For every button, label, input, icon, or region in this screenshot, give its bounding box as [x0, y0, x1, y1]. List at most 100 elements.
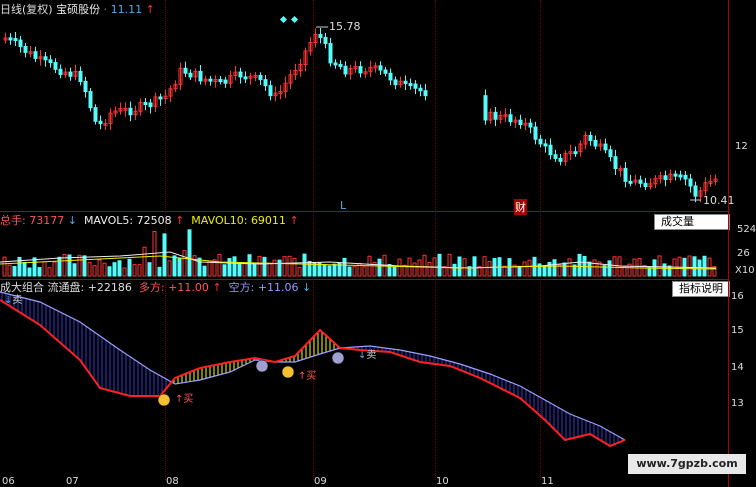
volume-bar: [522, 261, 527, 277]
volume-bar: [187, 229, 192, 277]
volume-axis-mid: 26: [737, 248, 750, 259]
smile-icon: [157, 393, 171, 407]
candle-body: [538, 138, 543, 145]
volume-bar: [252, 263, 257, 277]
candle-body: [483, 95, 488, 121]
stock-chart: [0, 15, 718, 448]
candle-body: [678, 174, 683, 178]
volume-bar: [52, 261, 57, 277]
volume-bar: [232, 256, 237, 277]
indicator-header: 成大组合 流通盘: +22186 多方: +11.00 ↑ 空方: +11.06…: [0, 281, 311, 295]
candle-body: [78, 70, 83, 82]
candle-body: [333, 62, 338, 66]
mavol10-value: 69011: [250, 214, 286, 227]
volume-bar: [7, 264, 12, 277]
candle-body: [198, 70, 203, 82]
volume-bar: [77, 254, 82, 277]
candle-body: [88, 91, 93, 109]
volume-button[interactable]: 成交量: [654, 214, 730, 230]
candle-body: [638, 179, 643, 184]
period-label[interactable]: 日线(复权): [0, 3, 53, 16]
volume-bar: [397, 258, 402, 277]
volume-bar: [417, 259, 422, 277]
up-arrow-icon: ↑: [175, 214, 185, 227]
candle-body: [553, 154, 558, 159]
candle-body: [343, 65, 348, 75]
volume-bar: [2, 256, 7, 277]
volume-bar: [92, 265, 97, 277]
volume-bar: [302, 253, 307, 277]
volume-bar: [72, 263, 77, 277]
candle-body: [238, 71, 243, 78]
smile-icon: [281, 365, 295, 379]
volume-bar: [542, 265, 547, 277]
volume-bar: [437, 253, 442, 277]
volume-bar: [267, 262, 272, 277]
candle-body: [628, 180, 633, 184]
buy-signal: ↑买: [175, 394, 194, 405]
watermark: www.7gpzb.com: [628, 454, 746, 474]
up-arrow-icon: ↑: [145, 3, 155, 16]
volume-bar: [97, 259, 102, 277]
volume-bar: [277, 259, 282, 277]
candle-body: [533, 126, 538, 140]
marker-cai[interactable]: 财: [514, 199, 527, 215]
volume-bar: [37, 267, 42, 277]
volume-bar: [332, 263, 337, 277]
candle-body: [623, 167, 628, 182]
volume-bar: [227, 258, 232, 277]
candle-body: [383, 69, 388, 74]
volume-bar: [592, 259, 597, 277]
candle-body: [33, 51, 38, 59]
volume-bar: [247, 254, 252, 277]
candle-body: [128, 107, 133, 116]
sell-signal: ↓卖: [4, 295, 23, 306]
up-arrow-icon: ↑: [212, 281, 222, 294]
candle-body: [588, 134, 593, 141]
current-price: 11.11: [110, 3, 143, 16]
indicator-axis-label: 16: [731, 291, 744, 302]
volume-bar: [427, 261, 432, 277]
volume-bar: [657, 255, 662, 277]
candle-body: [183, 67, 188, 74]
candle-body: [58, 68, 63, 75]
candle-body: [613, 156, 618, 170]
candle-body: [8, 37, 13, 41]
volume-bar: [222, 264, 227, 277]
volume-bar: [422, 254, 427, 277]
candle-body: [493, 111, 498, 120]
candle-body: [403, 80, 408, 85]
volume-bar: [352, 266, 357, 277]
volume-bar: [292, 257, 297, 277]
volume-bar: [552, 259, 557, 277]
down-arrow-icon: ↓: [67, 214, 77, 227]
long-value: +11.00: [168, 281, 209, 294]
candle-body: [388, 72, 393, 81]
candle-body: [258, 74, 263, 81]
mavol10-label: MAVOL10:: [191, 214, 248, 227]
volume-bar: [27, 267, 32, 277]
long-label: 多方:: [138, 281, 165, 294]
candle-body: [208, 78, 213, 82]
buy-signal: ↑买: [298, 371, 317, 382]
volume-bar: [192, 255, 197, 277]
volume-bar: [137, 264, 142, 277]
indicator-help-button[interactable]: 指标说明: [672, 281, 730, 297]
volume-bar: [112, 262, 117, 277]
candle-body: [548, 144, 553, 156]
volume-bar: [197, 257, 202, 277]
candle-body: [93, 107, 98, 122]
volume-bar: [172, 255, 177, 277]
candle-body: [408, 83, 413, 87]
candle-body: [558, 157, 563, 162]
volume-bar: [182, 250, 187, 277]
volume-bar: [207, 260, 212, 277]
down-arrow-icon: ↓: [302, 281, 312, 294]
volume-bar: [272, 259, 277, 277]
candle-body: [83, 80, 88, 93]
volume-axis-unit: X10: [735, 265, 755, 276]
volume-bar: [587, 261, 592, 277]
volume-bar: [242, 263, 247, 277]
volume-bar: [577, 253, 582, 277]
candle-body: [603, 143, 608, 151]
